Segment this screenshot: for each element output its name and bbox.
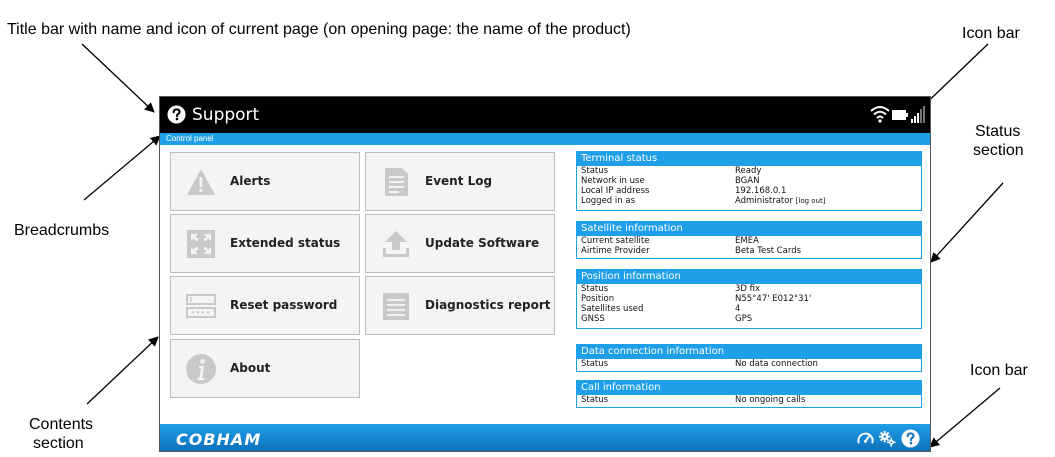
diagnostics-report-tile[interactable]: Diagnostics report	[365, 276, 555, 335]
data-connection-information-panel: Data connection information Status No dat…	[576, 344, 922, 372]
arrow-breadcrumbs	[83, 135, 161, 201]
status-section-note-2: section	[973, 142, 1024, 159]
status-row: Satellites used 4	[581, 304, 741, 314]
status-section: Terminal status Status Ready Network in u…	[576, 151, 922, 409]
status-row: Current satellite EMEA	[581, 236, 759, 246]
status-row: Status Ready	[581, 166, 762, 176]
help-icon[interactable]	[901, 429, 920, 448]
wifi-icon[interactable]	[870, 106, 890, 123]
terminal-status-panel: Terminal status Status Ready Network in u…	[576, 151, 922, 211]
arrow-icon-bar-bottom	[929, 387, 1001, 448]
upload-icon	[383, 231, 409, 257]
event-log-tile[interactable]: Event Log	[365, 152, 555, 211]
title-bar-note: Title bar with name and icon of current …	[7, 21, 631, 38]
diagnostics-report-label: Diagnostics report	[425, 298, 551, 312]
status-row: Airtime Provider Beta Test Cards	[581, 246, 802, 256]
report-icon	[383, 293, 409, 320]
page-title: Support	[192, 105, 260, 125]
call-information-panel: Call information Status No ongoing calls	[576, 380, 922, 408]
position-information-header: Position information	[577, 270, 921, 284]
extended-status-tile[interactable]: Extended status	[170, 214, 360, 273]
status-row: Local IP address 192.168.0.1	[581, 186, 787, 196]
icon-bar-bottom-note: Icon bar	[970, 362, 1028, 379]
log-out-link[interactable]: [log out]	[796, 197, 826, 205]
icon-bar-top-note: Icon bar	[962, 25, 1020, 42]
info-icon	[186, 354, 216, 384]
satellite-information-header: Satellite information	[577, 222, 921, 236]
breadcrumb[interactable]: Control panel	[160, 133, 930, 145]
help-icon	[167, 105, 186, 124]
breadcrumbs-note: Breadcrumbs	[14, 222, 110, 239]
dashboard-icon[interactable]	[856, 429, 875, 448]
call-information-header: Call information	[577, 381, 921, 395]
battery-icon[interactable]	[892, 110, 908, 120]
password-icon	[186, 294, 216, 318]
event-log-label: Event Log	[425, 174, 493, 188]
status-section-note-1: Status	[975, 123, 1021, 140]
warning-icon	[187, 169, 215, 195]
arrow-title-bar	[81, 43, 155, 113]
arrow-contents-section	[86, 336, 159, 405]
about-label: About	[230, 361, 271, 375]
alerts-label: Alerts	[230, 174, 271, 188]
status-row: Status No data connection	[581, 359, 818, 369]
satellite-information-panel: Satellite information Current satellite E…	[576, 221, 922, 259]
status-row: Position N55°47' E012°31'	[581, 294, 812, 304]
reset-password-label: Reset password	[230, 298, 338, 312]
arrow-status-section	[930, 182, 1004, 263]
device-screen: Support Control panel Alerts Event Log E…	[159, 96, 931, 452]
status-row: Status 3D fix	[581, 284, 761, 294]
data-connection-information-header: Data connection information	[577, 345, 921, 359]
status-row: Status No ongoing calls	[581, 395, 806, 405]
position-information-panel: Position information Status 3D fix Positi…	[576, 269, 922, 329]
document-icon	[385, 168, 408, 196]
update-software-tile[interactable]: Update Software	[365, 214, 555, 273]
cobham-logo: COBHAM	[176, 430, 262, 449]
reset-password-tile[interactable]: Reset password	[170, 276, 360, 335]
about-tile[interactable]: About	[170, 339, 360, 398]
contents-section-note-1: Contents	[29, 416, 94, 433]
logged-in-user: Administrator	[735, 196, 793, 206]
footer-bar: COBHAM	[160, 424, 930, 451]
expand-icon	[187, 230, 215, 258]
settings-icon[interactable]	[878, 429, 897, 448]
alerts-tile[interactable]: Alerts	[170, 152, 360, 211]
top-icon-bar	[870, 106, 925, 123]
signal-icon[interactable]	[911, 106, 925, 123]
extended-status-label: Extended status	[230, 236, 341, 250]
status-row: GNSS GPS	[581, 314, 753, 324]
contents-section-note-2: section	[33, 435, 84, 452]
title-bar: Support	[160, 97, 930, 133]
status-row: Network in use BGAN	[581, 176, 760, 186]
terminal-status-header: Terminal status	[577, 152, 921, 166]
status-row: Logged in as Administrator [log out]	[581, 196, 826, 206]
update-software-label: Update Software	[425, 236, 540, 250]
